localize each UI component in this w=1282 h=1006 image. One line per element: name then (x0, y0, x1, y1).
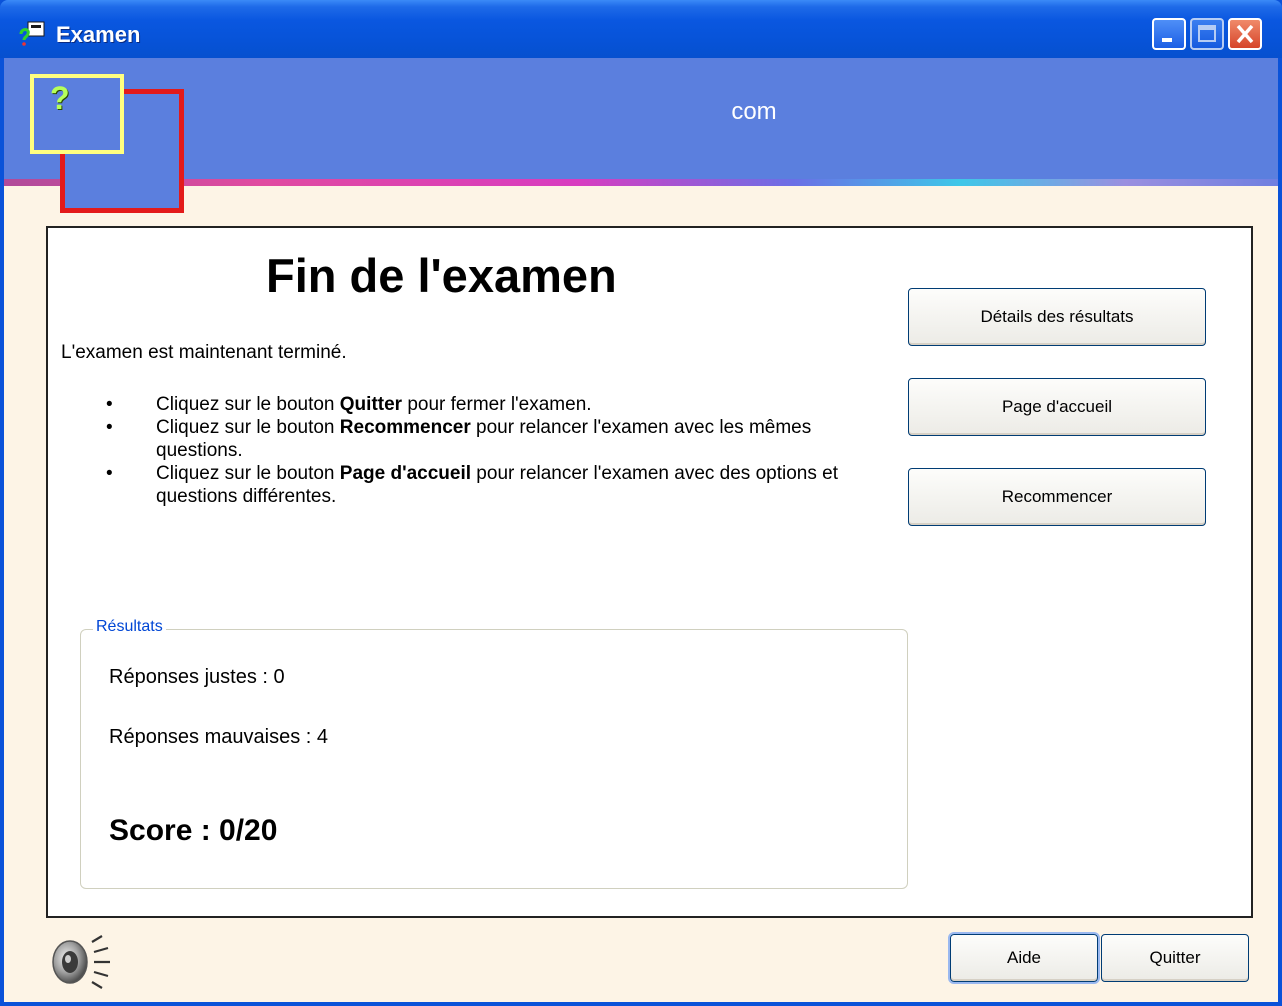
minimize-icon (1162, 38, 1172, 42)
results-groupbox: Résultats Réponses justes : 0 Réponses m… (80, 618, 908, 889)
maximize-icon (1198, 25, 1216, 42)
list-item-text: Cliquez sur le bouton (156, 417, 340, 438)
question-mark-icon: ? (50, 80, 70, 116)
list-item-text: pour fermer l'examen. (402, 394, 592, 415)
list-item-bold: Quitter (339, 394, 403, 415)
list-item: • Cliquez sur le bouton Quitter pour fer… (106, 393, 886, 416)
list-item: • Cliquez sur le bouton Page d'accueil p… (106, 462, 886, 508)
list-item-bold: Recommencer (339, 417, 471, 438)
window-title: Examen (56, 22, 141, 47)
title-bar[interactable]: Examen (0, 0, 1282, 58)
content-panel: Fin de l'examen L'examen est maintenant … (46, 226, 1253, 918)
restart-button[interactable]: Recommencer (908, 468, 1206, 526)
close-button[interactable] (1228, 18, 1262, 50)
bullet-icon: • (106, 394, 113, 415)
wrong-answers-text: Réponses mauvaises : 4 (109, 726, 329, 748)
maximize-button[interactable] (1190, 18, 1224, 50)
correct-answers-text: Réponses justes : 0 (109, 666, 285, 688)
logo-yellow-square: ? (30, 74, 124, 154)
results-legend: Résultats (93, 618, 166, 636)
help-button[interactable]: Aide (948, 932, 1100, 984)
close-icon (1236, 24, 1254, 44)
home-page-button[interactable]: Page d'accueil (908, 378, 1206, 436)
list-item-bold: Page d'accueil (339, 463, 472, 484)
instructions-list: • Cliquez sur le bouton Quitter pour fer… (106, 393, 886, 508)
list-item: • Cliquez sur le bouton Recommencer pour… (106, 416, 886, 462)
header-title: com (731, 98, 777, 125)
intro-text: L'examen est maintenant terminé. (61, 342, 347, 363)
bullet-icon: • (106, 417, 113, 438)
list-item-text: Cliquez sur le bouton (156, 463, 340, 484)
speaker-icon[interactable] (46, 930, 116, 994)
list-item-text: Cliquez sur le bouton (156, 394, 340, 415)
bullet-icon: • (106, 463, 113, 484)
quit-button[interactable]: Quitter (1101, 934, 1249, 982)
header-stripe (4, 179, 1278, 186)
client-area: com ? Fin de l'examen L'examen est maint… (4, 58, 1278, 1002)
app-icon (19, 21, 45, 46)
score-text: Score : 0/20 (109, 814, 278, 847)
minimize-button[interactable] (1152, 18, 1186, 50)
results-details-button[interactable]: Détails des résultats (908, 288, 1206, 346)
app-window: Examen com ? Fin de l'examen L'examen es… (0, 0, 1282, 1006)
page-title: Fin de l'examen (266, 249, 617, 302)
